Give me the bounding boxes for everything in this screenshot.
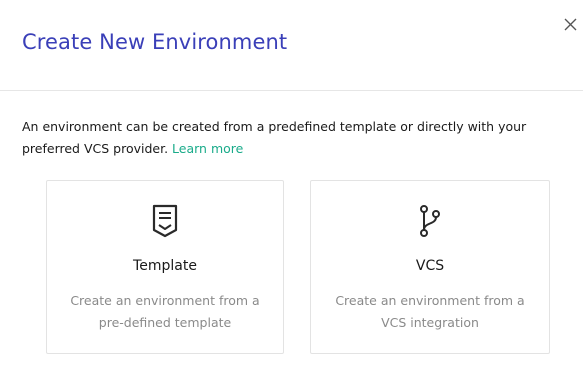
vcs-card-description: Create an environment from a VCS integra…: [335, 293, 525, 330]
template-document-icon: [150, 203, 180, 239]
create-environment-modal: Create New Environment An environment ca…: [0, 0, 583, 371]
vcs-option-card[interactable]: VCS Create an environment from a VCS int…: [310, 180, 550, 354]
modal-description: An environment can be created from a pre…: [22, 116, 578, 160]
template-card-title: Template: [133, 258, 197, 274]
modal-header: Create New Environment: [0, 0, 583, 91]
close-icon: [564, 18, 577, 31]
modal-title: Create New Environment: [22, 30, 288, 54]
template-option-card[interactable]: Template Create an environment from a pr…: [46, 180, 284, 354]
learn-more-link[interactable]: Learn more: [172, 141, 243, 156]
git-branch-icon: [415, 203, 445, 239]
description-text: An environment can be created from a pre…: [22, 119, 527, 156]
template-card-description: Create an environment from a pre-defined…: [70, 293, 260, 330]
vcs-card-title: VCS: [415, 258, 445, 274]
close-button[interactable]: [562, 16, 580, 34]
